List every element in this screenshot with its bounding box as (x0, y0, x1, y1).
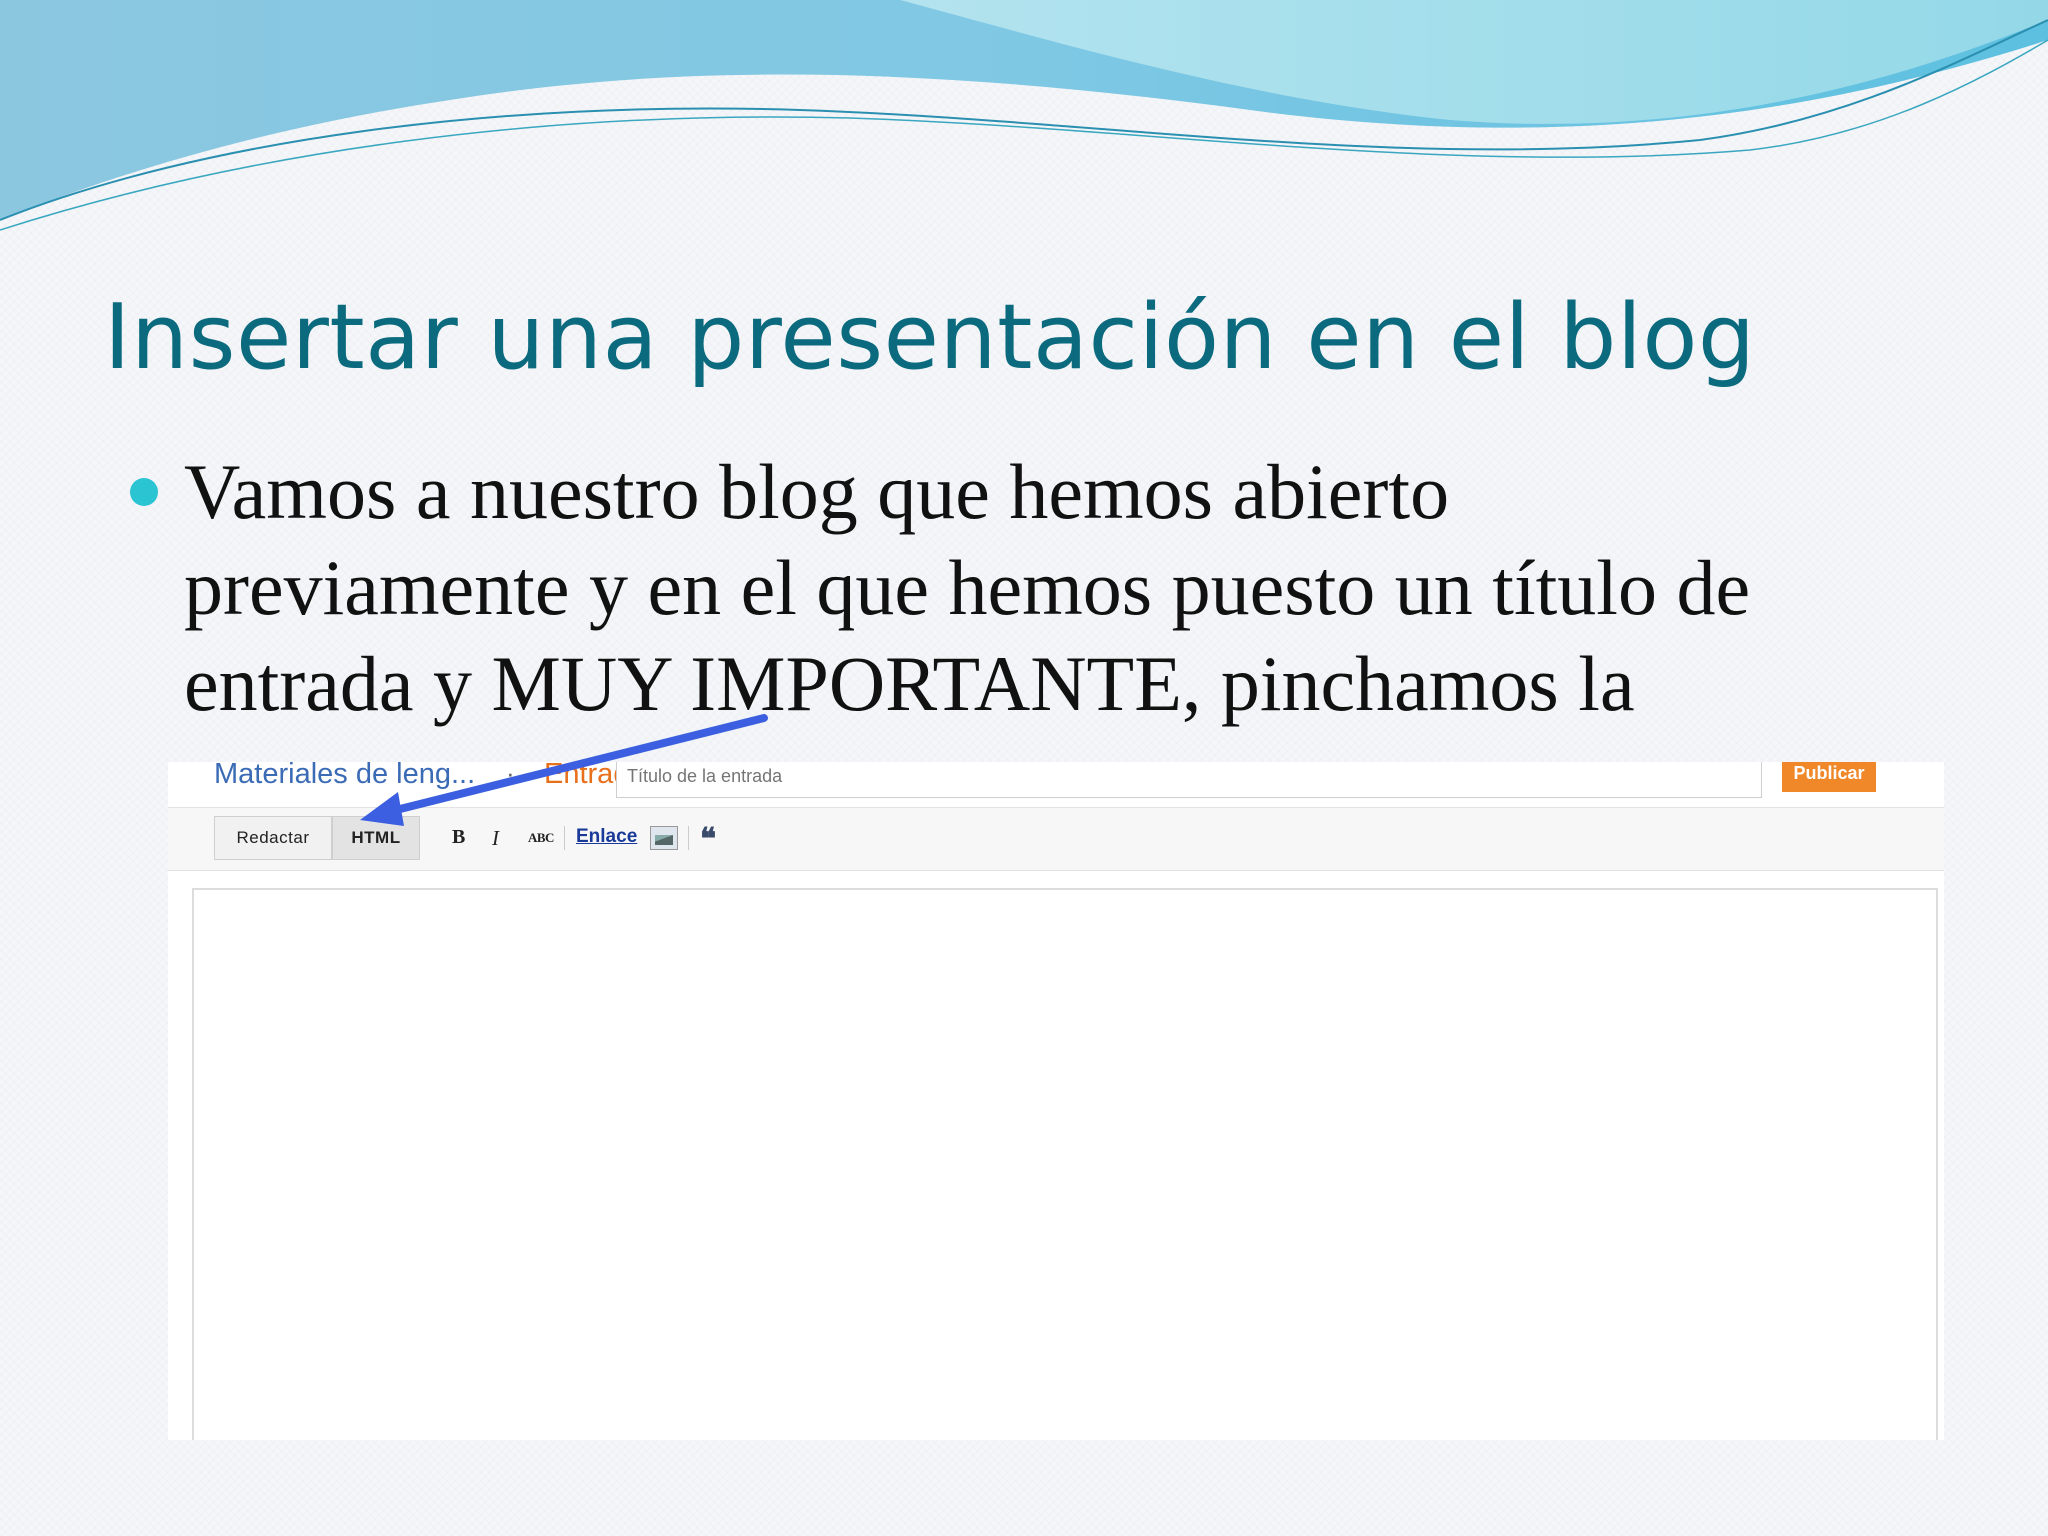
bullet-text: Vamos a nuestro blog que hemos abierto p… (184, 444, 1944, 764)
toolbar-divider (688, 826, 689, 850)
editor-toolbar: Redactar HTML B I ABC Enlace ❝ (168, 808, 1944, 871)
html-mode-tab[interactable]: HTML (332, 816, 420, 860)
publish-button[interactable]: Publicar (1782, 762, 1876, 792)
bullet-text-line: entrada y MUY IMPORTANTE, pinchamos la (184, 640, 1635, 727)
breadcrumb-separator: · (506, 762, 515, 788)
post-title-input[interactable] (616, 762, 1762, 798)
post-body-editor[interactable] (192, 888, 1938, 1440)
blog-name-link[interactable]: Materiales de leng... (214, 762, 475, 791)
editor-header: Materiales de leng... · Entrada Publicar (168, 762, 1944, 808)
slide-title: Insertar una presentación en el blog (104, 285, 1756, 390)
quote-icon[interactable]: ❝ (700, 822, 716, 857)
italic-icon[interactable]: I (492, 826, 499, 851)
strikethrough-icon[interactable]: ABC (528, 830, 554, 846)
bullet-icon (130, 478, 158, 506)
bold-icon[interactable]: B (452, 826, 465, 849)
header-wave-decoration (0, 0, 2048, 231)
link-button[interactable]: Enlace (576, 826, 637, 848)
compose-mode-tab[interactable]: Redactar (214, 816, 332, 860)
image-icon[interactable] (650, 826, 678, 850)
bullet-text-line: previamente y en el que hemos puesto un … (184, 544, 1751, 631)
toolbar-divider (564, 826, 565, 850)
blogger-editor-screenshot: Materiales de leng... · Entrada Publicar… (168, 762, 1944, 1440)
bullet-text-line: Vamos a nuestro blog que hemos abierto (184, 448, 1450, 535)
